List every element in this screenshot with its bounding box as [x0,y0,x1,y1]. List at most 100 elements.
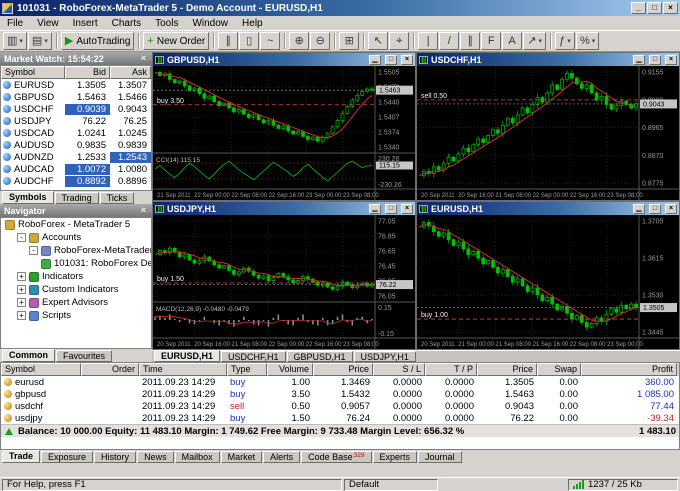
chart-tab-eurusd-h1[interactable]: EURUSD,H1 [154,350,221,362]
chart-title-bar[interactable]: EURUSD,H1 ▁ □ × [417,202,679,215]
tile-windows-button[interactable]: ⊞ [339,32,360,50]
chart-close-button[interactable]: × [401,54,413,65]
toolbox-tab-mailbox[interactable]: Mailbox [174,451,220,463]
price-chart-usdchf-h1[interactable]: 0.91550.90600.89650.88700.877520 Sep 201… [417,66,679,200]
toolbox-tab-code-base[interactable]: Code Base 329 [301,451,372,463]
menu-help[interactable]: Help [235,17,270,30]
title-bar[interactable]: 101031 - RoboForex-MetaTrader 5 - Demo A… [0,0,680,16]
equidistant-channel-button[interactable]: ∥ [460,32,481,50]
market-watch-header[interactable]: Market Watch: 15:54:22 × [0,52,152,65]
chart-close-button[interactable]: × [401,203,413,214]
chart-restore-button[interactable]: □ [649,54,661,65]
market-watch-row-audchf[interactable]: AUDCHF 0.8892 0.8896 [1,175,151,187]
market-watch-row-usdjpy[interactable]: USDJPY 76.22 76.25 [1,115,151,127]
position-row-usdchf[interactable]: usdchf 2011.09.23 14:29 sell 0.50 0.9057 0.00… [1,400,679,412]
expand-icon[interactable]: + [17,272,26,281]
indicators-dropdown-icon[interactable]: ▾ [567,37,571,45]
fibonacci-button[interactable]: F [481,32,502,50]
close-icon[interactable]: × [139,206,148,215]
chart-tab-usdjpy-h1[interactable]: USDJPY,H1 [353,351,416,362]
column-header-profit[interactable]: Profit [581,363,677,376]
bar-chart-button[interactable]: ∥ [218,32,239,50]
indicators-button[interactable]: ƒ ▾ [554,32,575,50]
candle-chart-button[interactable]: ▯ [239,32,260,50]
market-watch-row-usdchf[interactable]: USDCHF 0.9039 0.9043 [1,103,151,115]
close-button[interactable]: × [663,2,678,14]
vertical-line-button[interactable]: | [418,32,439,50]
chart-close-button[interactable]: × [665,54,677,65]
navigator-header[interactable]: Navigator × [0,204,152,217]
chart-profiles-dropdown-icon[interactable]: ▾ [44,37,48,45]
chart-title-bar[interactable]: USDJPY,H1 ▁ □ × [153,202,415,215]
zoom-out-button[interactable]: ⊖ [310,32,331,50]
chart-minimize-button[interactable]: ▁ [633,203,645,214]
crosshair-button[interactable]: ⌖ [389,32,410,50]
menu-insert[interactable]: Insert [66,17,105,30]
chart-close-button[interactable]: × [665,203,677,214]
column-header-symbol[interactable]: Symbol [1,363,81,376]
toolbox-tab-experts[interactable]: Experts [372,451,418,463]
toolbox-tab-history[interactable]: History [94,451,137,463]
timeframes-button[interactable]: % ▾ [575,32,600,50]
market-watch-row-usdcad[interactable]: USDCAD 1.0241 1.0245 [1,127,151,139]
navigator-item-accounts[interactable]: - Accounts [1,231,151,244]
market-watch-tab-ticks[interactable]: Ticks [99,192,135,204]
expand-icon[interactable]: + [17,298,26,307]
column-header-order[interactable]: Order [81,363,139,376]
column-header-price[interactable]: Price [477,363,537,376]
position-row-usdjpy[interactable]: usdjpy 2011.09.23 14:29 buy 1.50 76.24 0.0000… [1,412,679,424]
column-header-price[interactable]: Price [313,363,373,376]
column-header-volume[interactable]: Volume [267,363,313,376]
navigator-tab-favourites[interactable]: Favourites [56,350,113,362]
column-header-symbol[interactable]: Symbol [1,66,65,79]
column-header-type[interactable]: Type [227,363,267,376]
maximize-button[interactable]: □ [647,2,662,14]
zoom-in-button[interactable]: ⊕ [289,32,310,50]
navigator-tab-common[interactable]: Common [2,349,55,362]
toolbox-tab-trade[interactable]: Trade [2,450,41,463]
collapse-icon[interactable]: - [17,233,26,242]
price-chart-usdjpy-h1[interactable]: 77.0576.8576.6576.4576.2576.0520 Sep 201… [153,215,415,349]
chart-restore-button[interactable]: □ [649,203,661,214]
minimize-button[interactable]: _ [631,2,646,14]
line-chart-button[interactable]: ~ [260,32,281,50]
navigator-item-roboforex-metatrader-5[interactable]: RoboForex - MetaTrader 5 [1,218,151,231]
market-watch-tab-symbols[interactable]: Symbols [2,191,54,204]
chart-title-bar[interactable]: USDCHF,H1 ▁ □ × [417,53,679,66]
column-header-t-p[interactable]: T / P [425,363,477,376]
navigator-item-roboforex-metatrader-5[interactable]: - RoboForex-MetaTrader 5 [1,244,151,257]
price-chart-eurusd-h1[interactable]: 1.37051.36151.35301.344520 Sep 2011 21 Se… [417,215,679,349]
menu-view[interactable]: View [30,17,66,30]
column-header-s-l[interactable]: S / L [373,363,425,376]
menu-charts[interactable]: Charts [105,17,148,30]
market-watch-tab-trading[interactable]: Trading [54,192,99,204]
chart-tab-gbpusd-h1[interactable]: GBPUSD,H1 [286,351,353,362]
column-header-swap[interactable]: Swap [537,363,581,376]
toolbox-tab-journal[interactable]: Journal [418,451,462,463]
collapse-icon[interactable]: - [29,246,38,255]
cursor-button[interactable]: ↖ [368,32,389,50]
arrow-tools-dropdown-icon[interactable]: ▾ [538,37,542,45]
market-watch-row-audcad[interactable]: AUDCAD 1.0072 1.0080 [1,163,151,175]
menu-file[interactable]: File [0,17,30,30]
menu-window[interactable]: Window [185,17,235,30]
text-label-button[interactable]: A [502,32,523,50]
market-watch-row-audusd[interactable]: AUDUSD 0.9835 0.9839 [1,139,151,151]
chart-restore-button[interactable]: □ [385,203,397,214]
toolbox-tab-alerts[interactable]: Alerts [263,451,301,463]
status-profile[interactable]: Default [344,478,438,491]
market-watch-row-eurusd[interactable]: EURUSD 1.3505 1.3507 [1,79,151,91]
toolbox-tab-market[interactable]: Market [220,451,263,463]
column-header-time[interactable]: Time [139,363,227,376]
column-header-ask[interactable]: Ask [110,66,151,79]
position-row-gbpusd[interactable]: gbpusd 2011.09.23 14:29 buy 3.50 1.5432 0.000… [1,388,679,400]
navigator-item-expert-advisors[interactable]: + Expert Advisors [1,296,151,309]
expand-icon[interactable]: + [17,311,26,320]
new-chart-dropdown-icon[interactable]: ▾ [19,37,23,45]
chart-minimize-button[interactable]: ▁ [369,203,381,214]
navigator-item-custom-indicators[interactable]: + Custom Indicators [1,283,151,296]
column-header-bid[interactable]: Bid [65,66,110,79]
arrow-tools-button[interactable]: ↗ ▾ [523,32,546,50]
price-chart-gbpusd-h1[interactable]: 1.55051.54731.54401.54071.53741.534021 S… [153,66,415,200]
menu-tools[interactable]: Tools [148,17,185,30]
